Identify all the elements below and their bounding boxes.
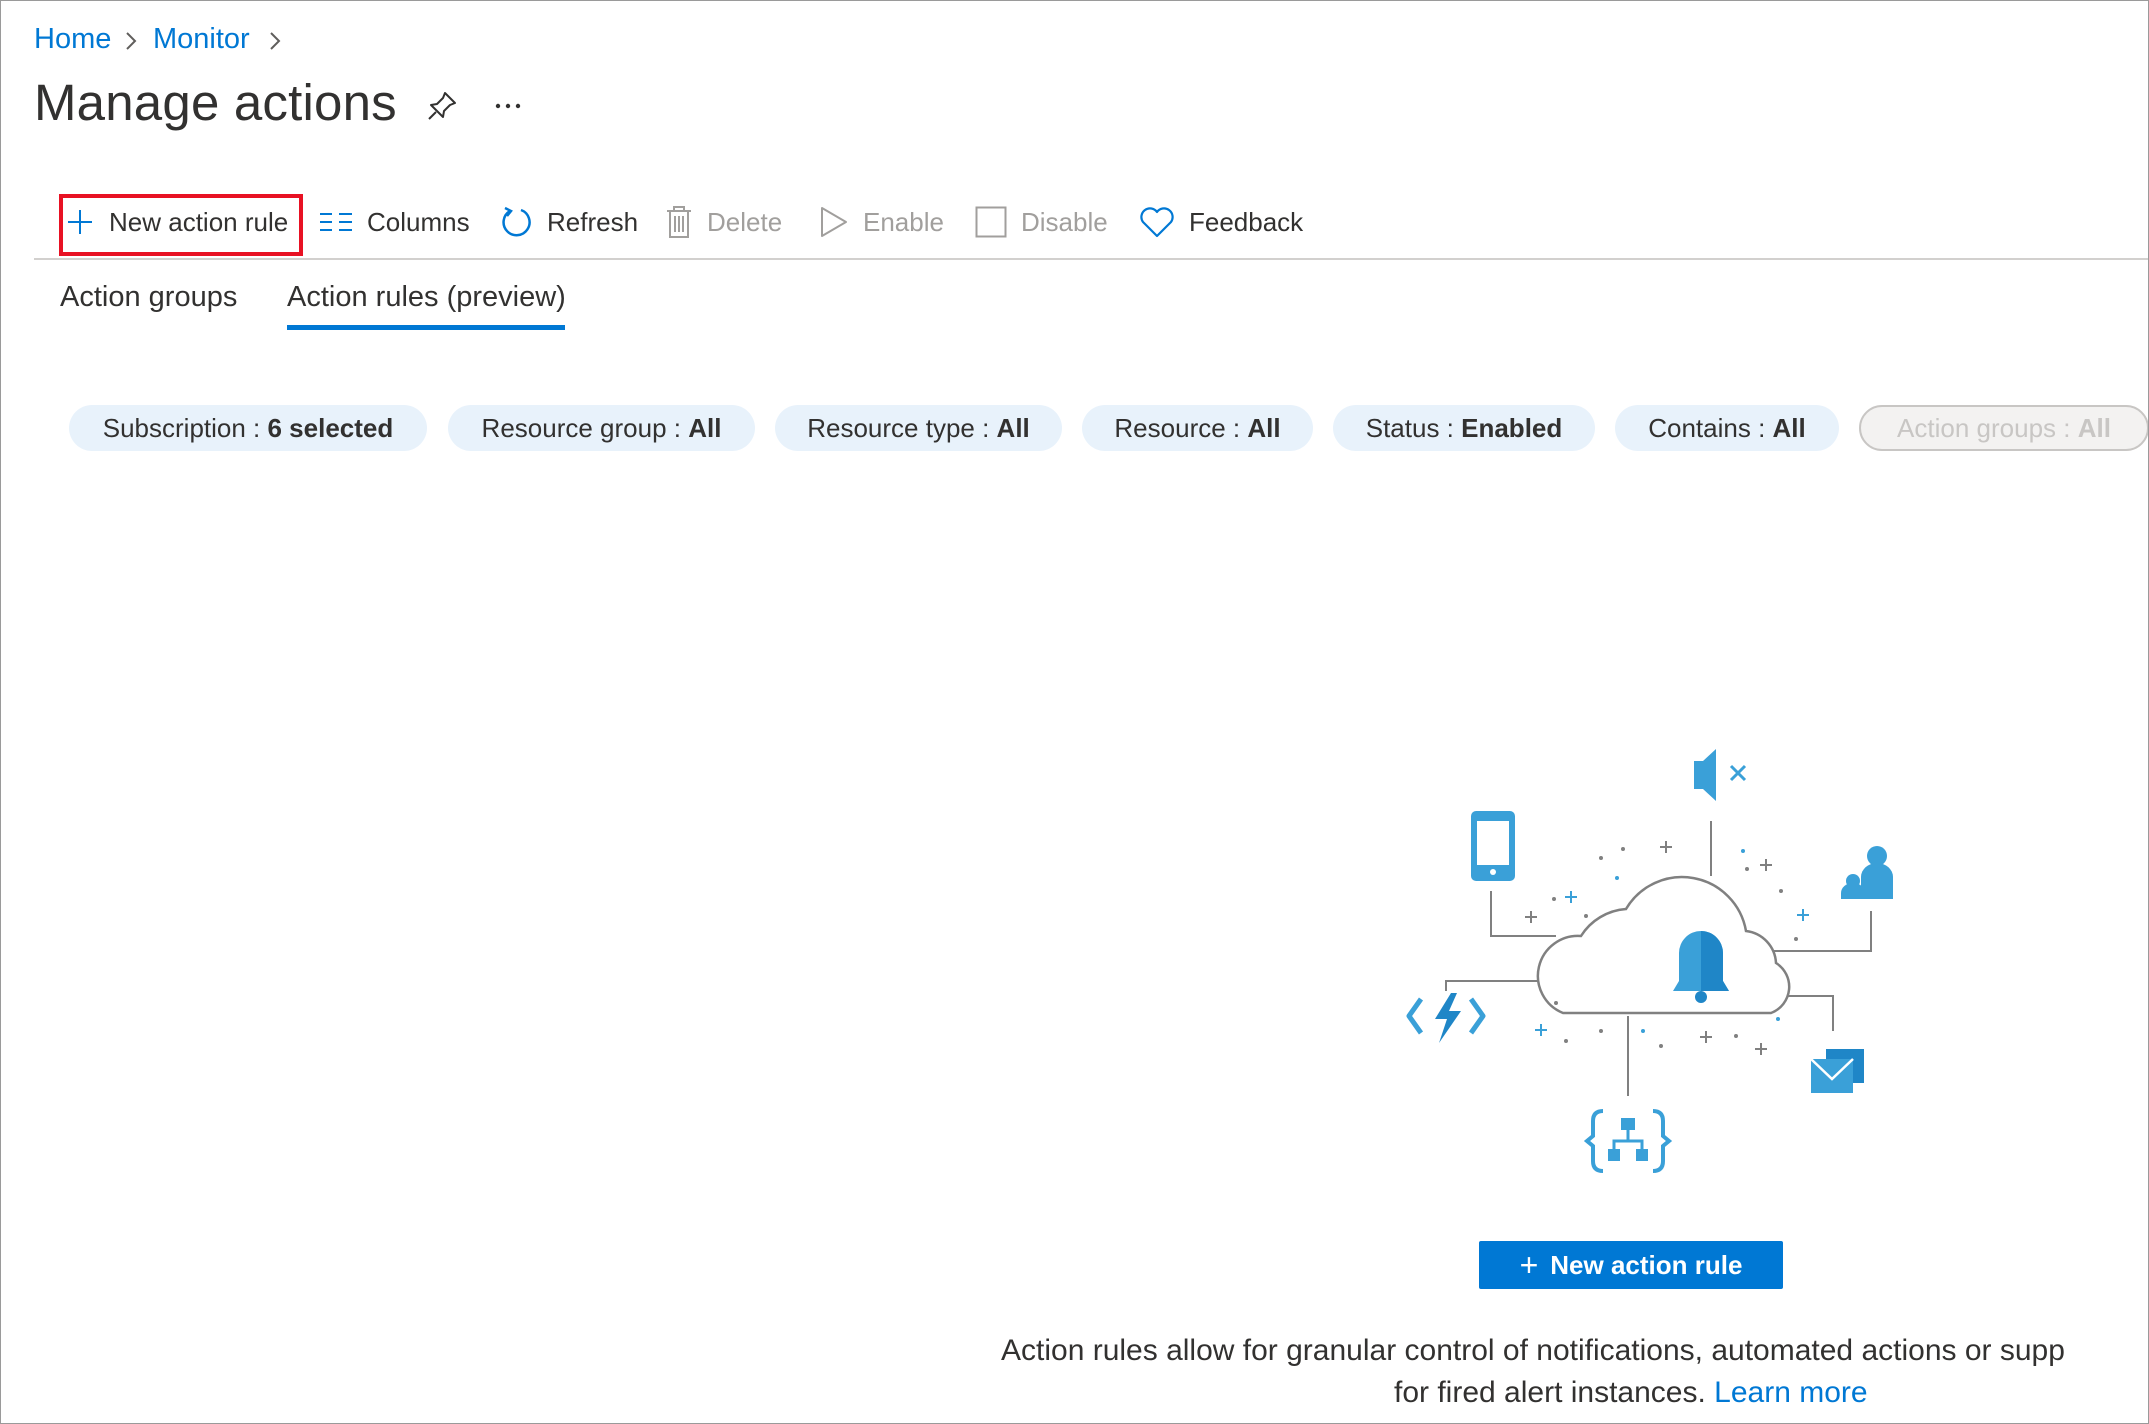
filter-key: Action groups: [1897, 412, 2057, 443]
filter-key: Resource type: [807, 412, 975, 443]
chevron-right-icon: [270, 32, 281, 50]
workflow-icon: [1608, 1118, 1648, 1161]
tab-action-groups[interactable]: Action groups: [60, 281, 237, 314]
filter-resource-type[interactable]: Resource type : All: [775, 405, 1062, 451]
highlight-box: [59, 194, 303, 256]
more-options-icon[interactable]: [493, 96, 523, 116]
filter-value: 6 selected: [267, 412, 394, 443]
mobile-phone-icon: [1471, 811, 1515, 881]
empty-state-illustration: [1406, 749, 1893, 1173]
disable-label: Disable: [1021, 206, 1108, 237]
breadcrumb-monitor[interactable]: Monitor: [153, 23, 250, 56]
plus-icon: +: [1519, 1247, 1539, 1283]
refresh-icon: [499, 205, 533, 239]
pin-icon[interactable]: [425, 89, 459, 123]
filter-key: Subscription: [102, 412, 246, 443]
heart-icon: [1139, 206, 1175, 238]
filter-resource-group[interactable]: Resource group : All: [448, 405, 755, 451]
mute-icon: [1694, 749, 1747, 801]
active-tab-indicator: [287, 325, 565, 330]
play-icon: [819, 206, 849, 238]
lightning-icon: [1435, 993, 1461, 1043]
feedback-button[interactable]: Feedback: [1139, 197, 1303, 247]
filter-contains[interactable]: Contains : All: [1615, 405, 1839, 451]
checkbox-empty-icon: [975, 206, 1007, 238]
people-icon: [1841, 846, 1893, 899]
learn-more-link[interactable]: Learn more: [1714, 1376, 1867, 1409]
filter-key: Status: [1365, 412, 1440, 443]
description-line-1: Action rules allow for granular control …: [1001, 1334, 2065, 1367]
chevron-right-icon: [126, 32, 137, 50]
columns-icon: [319, 210, 353, 234]
filter-key: Resource: [1114, 412, 1226, 443]
mail-icon: [1810, 1049, 1864, 1093]
disable-button[interactable]: Disable: [975, 197, 1108, 247]
empty-state-new-action-rule-button[interactable]: + New action rule: [1479, 1241, 1783, 1289]
filter-status[interactable]: Status : Enabled: [1333, 405, 1595, 451]
filter-key: Contains: [1648, 412, 1751, 443]
enable-button[interactable]: Enable: [819, 197, 944, 247]
filter-value: Enabled: [1461, 412, 1563, 443]
columns-label: Columns: [367, 206, 470, 237]
filter-value: All: [2077, 412, 2111, 443]
filter-value: All: [996, 412, 1030, 443]
empty-state-description: Action rules allow for granular control …: [1001, 1330, 2148, 1414]
refresh-button[interactable]: Refresh: [499, 197, 638, 247]
page-title: Manage actions: [34, 74, 397, 131]
toolbar-divider: [34, 258, 2148, 260]
trash-icon: [665, 205, 693, 239]
description-line-2: for fired alert instances.: [1394, 1376, 1706, 1409]
refresh-label: Refresh: [547, 206, 639, 237]
enable-label: Enable: [863, 206, 944, 237]
filter-key: Resource group: [481, 412, 667, 443]
delete-button[interactable]: Delete: [665, 197, 782, 247]
breadcrumb-home[interactable]: Home: [34, 23, 111, 56]
delete-label: Delete: [707, 206, 783, 237]
portal-frame: Home Monitor Manage actions New action r…: [0, 0, 2149, 1424]
tab-action-rules[interactable]: Action rules (preview): [287, 281, 566, 314]
empty-state-button-label: New action rule: [1550, 1249, 1743, 1280]
filter-value: All: [688, 412, 722, 443]
columns-button[interactable]: Columns: [319, 197, 470, 247]
filter-resource[interactable]: Resource : All: [1082, 405, 1313, 451]
filter-subscription[interactable]: Subscription : 6 selected: [69, 405, 427, 451]
filter-value: All: [1772, 412, 1806, 443]
filter-action-groups[interactable]: Action groups : All: [1859, 405, 2148, 451]
feedback-label: Feedback: [1189, 206, 1304, 237]
filter-value: All: [1247, 412, 1281, 443]
